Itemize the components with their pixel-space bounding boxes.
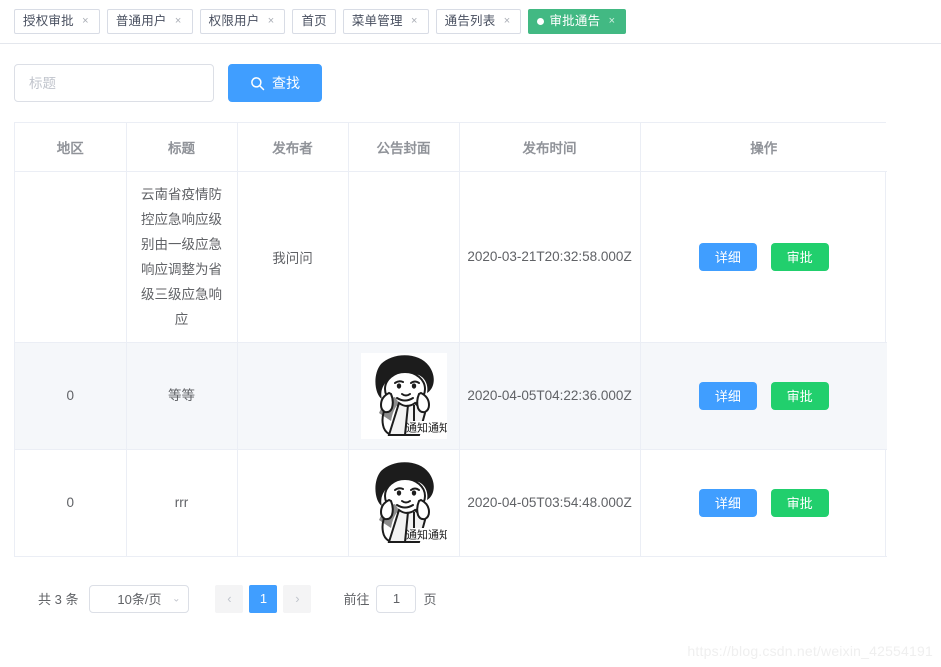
page-number-1[interactable]: 1 [249,584,278,613]
cell-title: 等等 [126,342,238,450]
cell-publisher [237,449,349,557]
close-icon[interactable]: × [173,16,184,27]
tab-caidan-guanli[interactable]: 菜单管理 × [342,9,429,34]
cell-actions: 详细 审批 [640,342,887,450]
cell-region: 0 [15,342,127,450]
cell-actions: 详细 审批 [640,449,887,557]
close-icon[interactable]: × [265,16,276,27]
tab-putong-yonghu[interactable]: 普通用户 × [106,9,193,34]
page-jumper: 前往 页 [343,584,437,613]
cell-publish-time: 2020-04-05T04:22:36.000Z [459,342,641,450]
jump-suffix-label: 页 [423,592,437,607]
detail-button[interactable]: 详细 [698,381,757,410]
page-size-label: 10条/页 [117,592,162,607]
column-header-title: 标题 [126,123,238,172]
cell-cover: 通知通知 [348,449,460,557]
cell-publisher [237,342,349,450]
pagination: 共 3 条 10条/页 ⌄ ‹ 1 › 前往 页 [0,557,941,613]
column-header-cover: 公告封面 [348,123,460,172]
announcements-table: 地区 标题 发布者 公告封面 发布时间 操作 云南省疫情防控应急响应级别由一级应… [14,122,887,557]
jump-page-input[interactable] [376,584,417,613]
cell-publish-time: 2020-03-21T20:32:58.000Z [459,171,641,343]
tab-shenpi-tonggao[interactable]: 审批通告 × [528,9,627,34]
tab-label: 首页 [301,14,327,29]
tab-label: 菜单管理 [351,14,403,29]
tab-bar: 授权审批 × 普通用户 × 权限用户 × 首页 菜单管理 × 通告列表 × 审批… [0,0,941,44]
cell-cover [348,171,460,343]
pagination-total: 共 3 条 [38,592,79,607]
column-header-actions: 操作 [640,123,887,172]
approve-button[interactable]: 审批 [770,242,829,271]
column-header-publisher: 发布者 [237,123,349,172]
cell-actions: 详细 审批 [640,171,887,343]
search-button-label: 查找 [272,75,300,91]
close-icon[interactable]: × [80,16,91,27]
cell-region [15,171,127,343]
cell-title: rrr [126,449,238,557]
close-icon[interactable]: × [606,16,617,27]
cell-title-text: 云南省疫情防控应急响应级别由一级应急响应调整为省级三级应急响应 [141,186,222,327]
notice-meme-image[interactable]: 通知通知 [360,352,447,439]
table-row[interactable]: 0 等等 通知通知 2020-04-05T04:22:36.000Z 详细 审批 [15,342,887,450]
search-toolbar: 查找 [0,44,941,102]
watermark: https://blog.csdn.net/weixin_42554191 [687,643,933,659]
page-size-select[interactable]: 10条/页 ⌄ [89,584,190,613]
tab-label: 普通用户 [115,14,167,29]
chevron-down-icon: ⌄ [172,593,181,604]
table-header-row: 地区 标题 发布者 公告封面 发布时间 操作 [15,123,887,172]
tab-shouquan-shenpi[interactable]: 授权审批 × [14,9,100,34]
cell-cover: 通知通知 [348,342,460,450]
cover-caption: 通知通知 [406,527,447,541]
detail-button[interactable]: 详细 [698,488,757,517]
search-icon [250,76,265,91]
next-page-button[interactable]: › [283,584,312,613]
column-header-time: 发布时间 [459,123,641,172]
tab-label: 授权审批 [23,14,74,29]
table-row[interactable]: 云南省疫情防控应急响应级别由一级应急响应调整为省级三级应急响应 我问问 2020… [15,171,887,343]
search-input[interactable] [14,64,214,102]
column-header-region: 地区 [15,123,127,172]
table-row[interactable]: 0 rrr 通知通知 2020-04-05T03:54:48.000Z 详细 审… [15,449,887,557]
tab-label: 通告列表 [444,14,496,29]
tab-tonggao-liebiao[interactable]: 通告列表 × [435,9,522,34]
cell-publish-time: 2020-04-05T03:54:48.000Z [459,449,641,557]
prev-page-button[interactable]: ‹ [215,584,244,613]
search-button[interactable]: 查找 [228,64,322,102]
tab-label: 审批通告 [549,14,601,29]
cell-region: 0 [15,449,127,557]
tab-quanxian-yonghu[interactable]: 权限用户 × [199,9,286,34]
approve-button[interactable]: 审批 [770,488,829,517]
cover-caption: 通知通知 [406,420,447,434]
cell-title: 云南省疫情防控应急响应级别由一级应急响应调整为省级三级应急响应 [126,171,238,343]
detail-button[interactable]: 详细 [698,242,757,271]
active-dot-icon [537,18,545,25]
notice-meme-image[interactable]: 通知通知 [360,459,447,546]
cell-publisher: 我问问 [237,171,349,343]
jump-prefix-label: 前往 [343,592,370,607]
approve-button[interactable]: 审批 [770,381,829,410]
close-icon[interactable]: × [501,16,512,27]
tab-label: 权限用户 [208,14,260,29]
close-icon[interactable]: × [409,16,420,27]
tab-shouye[interactable]: 首页 [292,9,336,34]
